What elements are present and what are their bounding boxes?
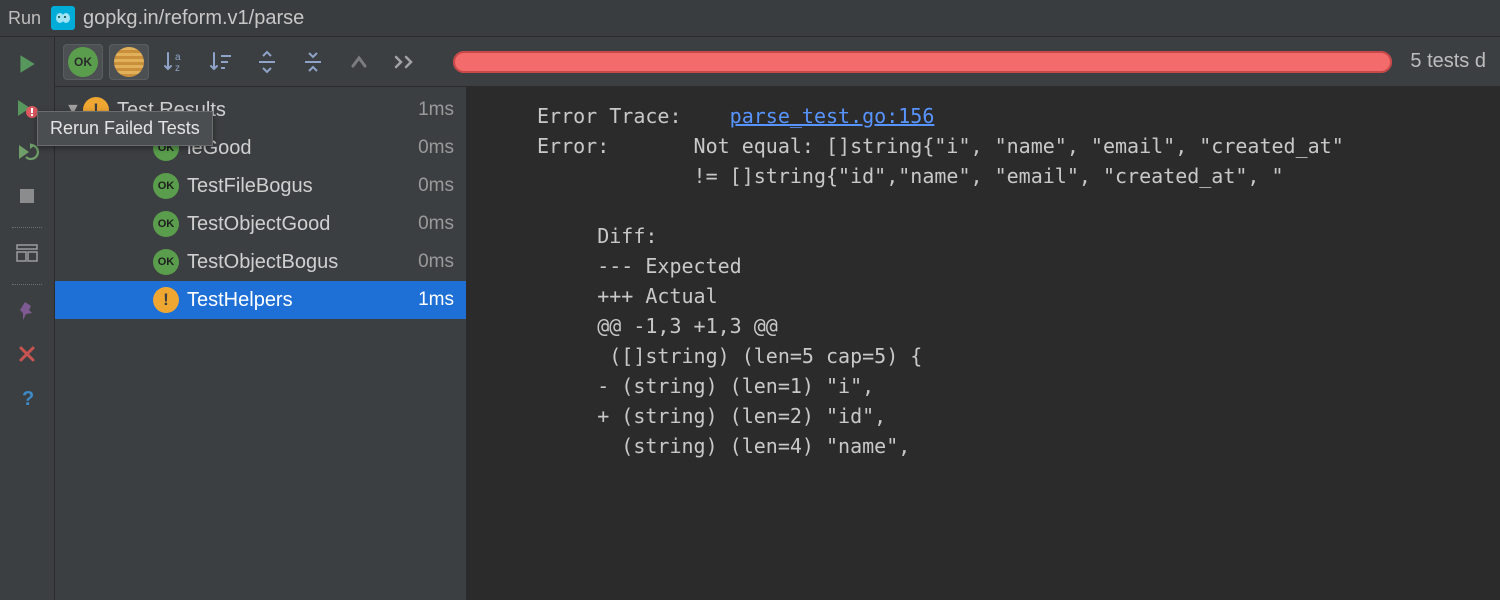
warn-icon: ! xyxy=(153,287,179,313)
tree-node-label: TestHelpers xyxy=(187,289,418,312)
show-passed-button[interactable]: OK xyxy=(63,44,103,80)
striped-icon xyxy=(114,47,144,77)
tree-node-label: TestObjectBogus xyxy=(187,251,418,274)
diff-line: - (string) (len=1) "i", xyxy=(597,374,874,398)
tooltip: Rerun Failed Tests xyxy=(37,111,213,146)
go-icon xyxy=(51,6,75,30)
test-toolbar: OK az 5 tests d xyxy=(55,37,1500,87)
separator xyxy=(12,227,42,228)
error-line: != []string{"id","name", "email", "creat… xyxy=(597,164,1283,188)
ok-icon: OK xyxy=(153,249,179,275)
sort-alpha-button[interactable]: az xyxy=(155,44,195,80)
console-text: Error Trace: parse_test.go:156 Error: No… xyxy=(537,101,1500,461)
tree-node-time: 0ms xyxy=(418,175,454,197)
titlebar: Run gopkg.in/reform.v1/parse xyxy=(0,0,1500,37)
tree-node-time: 1ms xyxy=(418,99,454,121)
svg-text:?: ? xyxy=(22,388,34,409)
separator xyxy=(12,284,42,285)
diff-actual: +++ Actual xyxy=(597,284,717,308)
stop-button[interactable] xyxy=(7,177,47,215)
tree-node-time: 1ms xyxy=(418,289,454,311)
diff-line: ([]string) (len=5 cap=5) { xyxy=(597,344,922,368)
show-ignored-button[interactable] xyxy=(109,44,149,80)
tree-node-time: 0ms xyxy=(418,213,454,235)
close-button[interactable] xyxy=(7,335,47,373)
run-label: Run xyxy=(8,8,41,29)
svg-text:a: a xyxy=(175,52,181,63)
tree-item[interactable]: OK TestFileBogus 0ms xyxy=(55,167,466,205)
error-line: Not equal: []string{"i", "name", "email"… xyxy=(694,134,1344,158)
run-button[interactable] xyxy=(7,45,47,83)
diff-line: (string) (len=4) "name", xyxy=(597,434,910,458)
more-button[interactable] xyxy=(385,44,425,80)
content: Rerun Failed Tests ▼ ! Test Results 1ms … xyxy=(55,87,1500,600)
console-output[interactable]: Error Trace: parse_test.go:156 Error: No… xyxy=(467,87,1500,600)
error-label: Error: xyxy=(537,134,609,158)
tree-node-time: 0ms xyxy=(418,251,454,273)
tree-item[interactable]: OK TestObjectGood 0ms xyxy=(55,205,466,243)
tree-item-selected[interactable]: ! TestHelpers 1ms xyxy=(55,281,466,319)
ok-icon: OK xyxy=(68,47,98,77)
diff-expected: --- Expected xyxy=(597,254,742,278)
tree-node-time: 0ms xyxy=(418,137,454,159)
layout-button[interactable] xyxy=(7,234,47,272)
tree-node-label: TestFileBogus xyxy=(187,175,418,198)
progress-bar xyxy=(453,51,1392,73)
diff-hunk: @@ -1,3 +1,3 @@ xyxy=(597,314,778,338)
tree-node-label: TestObjectGood xyxy=(187,213,418,236)
expand-all-button[interactable] xyxy=(247,44,287,80)
run-config-path: gopkg.in/reform.v1/parse xyxy=(83,7,304,30)
svg-text:z: z xyxy=(175,63,180,74)
tests-summary: 5 tests d xyxy=(1410,50,1492,73)
error-trace-label: Error Trace: xyxy=(537,104,682,128)
prev-failed-button[interactable] xyxy=(339,44,379,80)
tree-item[interactable]: OK TestObjectBogus 0ms xyxy=(55,243,466,281)
ok-icon: OK xyxy=(153,211,179,237)
ok-icon: OK xyxy=(153,173,179,199)
test-tree[interactable]: Rerun Failed Tests ▼ ! Test Results 1ms … xyxy=(55,87,467,600)
help-button[interactable]: ? xyxy=(7,379,47,417)
sort-duration-button[interactable] xyxy=(201,44,241,80)
tree-node-label: leGood xyxy=(187,137,418,160)
main-area: OK az 5 tests d xyxy=(55,37,1500,600)
collapse-all-button[interactable] xyxy=(293,44,333,80)
error-trace-link[interactable]: parse_test.go:156 xyxy=(730,104,935,128)
pin-button[interactable] xyxy=(7,291,47,329)
diff-line: + (string) (len=2) "id", xyxy=(597,404,886,428)
body: ? OK az 5 test xyxy=(0,37,1500,600)
diff-header: Diff: xyxy=(597,224,657,248)
